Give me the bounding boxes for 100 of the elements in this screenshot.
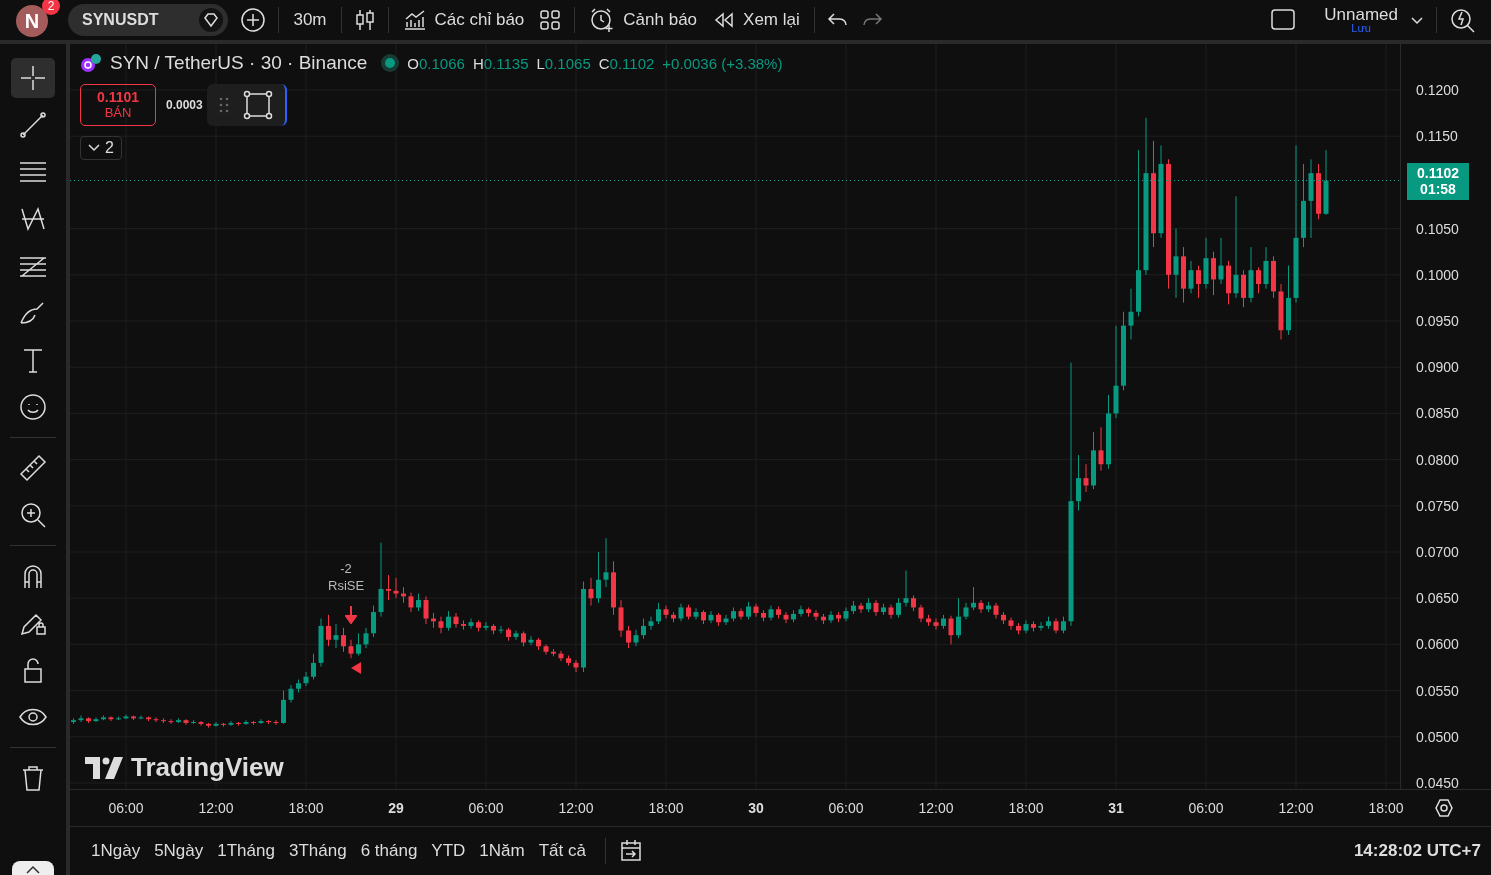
price-axis-label: 0.0450 (1416, 774, 1459, 792)
range-button[interactable]: 5Ngày (147, 835, 211, 867)
candlestick (348, 639, 354, 659)
add-icon[interactable] (240, 7, 267, 33)
range-button[interactable]: 6 tháng (353, 835, 425, 867)
price-axis-label: 0.0550 (1416, 681, 1459, 700)
candlestick (543, 643, 549, 656)
candlestick (798, 605, 804, 618)
candlestick (933, 618, 939, 631)
candlestick (408, 592, 414, 613)
price-axis-label: 0.0650 (1416, 589, 1459, 608)
candlestick (813, 609, 819, 621)
candlestick (168, 718, 174, 725)
price-axis-label: 0.0900 (1416, 358, 1459, 377)
rectangle-tool-icon[interactable] (242, 90, 273, 120)
chart-title[interactable]: SYN / TetherUS · 30 · Binance (110, 52, 368, 74)
layout-name[interactable]: Unnamed (1324, 6, 1398, 23)
ohlc-value: O0.1066 (407, 54, 465, 72)
candlestick (468, 618, 474, 630)
candlestick (1076, 454, 1081, 511)
range-button[interactable]: YTD (424, 835, 473, 867)
sell-button[interactable]: 0.1101 BÁN (80, 84, 156, 126)
candlestick (1128, 288, 1134, 340)
candlestick (1173, 228, 1179, 299)
candlestick (1098, 426, 1104, 472)
time-axis-label: 06:00 (468, 800, 504, 816)
time-axis-label: 18:00 (288, 800, 324, 816)
candlestick (1038, 621, 1044, 632)
candlestick (228, 720, 234, 727)
range-button[interactable]: 3Tháng (281, 835, 354, 867)
candlestick (356, 632, 361, 656)
candlestick (393, 577, 399, 599)
interval-button[interactable]: 30m (291, 4, 329, 36)
candlestick (633, 629, 639, 647)
candlestick (896, 597, 901, 619)
range-button[interactable]: 1Tháng (210, 835, 282, 867)
quick-search-icon[interactable] (1449, 6, 1477, 34)
avatar[interactable]: N (16, 5, 48, 37)
candlestick (93, 716, 99, 723)
range-button[interactable]: 1Năm (472, 835, 532, 867)
candlestick (303, 671, 309, 687)
settings-icon[interactable] (1434, 798, 1454, 818)
candlestick (363, 627, 369, 649)
replay-button[interactable]: Xem lại (711, 4, 802, 36)
candlestick (1083, 463, 1089, 493)
candlestick (1008, 617, 1014, 631)
candlestick (1233, 195, 1239, 299)
rewind-icon (713, 11, 736, 29)
crosshair-icon[interactable] (11, 58, 55, 98)
candlestick (326, 614, 331, 647)
drag-handle-icon[interactable] (218, 96, 229, 114)
time-axis-label: 30 (748, 800, 764, 816)
candlestick (386, 574, 391, 601)
price-axis-label: 0.1200 (1416, 81, 1459, 99)
spread-value: 0.0003 (166, 98, 203, 112)
candlestick (1023, 619, 1029, 634)
candlestick (498, 625, 504, 634)
candlestick (311, 653, 316, 681)
candlestick (258, 718, 264, 725)
signal-label: RsiSE (328, 577, 365, 595)
alerts-button[interactable]: Cảnh báo (587, 4, 700, 36)
symbol-search[interactable]: SYNUSDT (68, 4, 229, 36)
candlestick (656, 602, 661, 625)
candlestick (1241, 269, 1246, 308)
time-axis-label: 31 (1108, 800, 1124, 816)
candlestick (618, 599, 624, 638)
candlestick (693, 607, 699, 620)
price-axis-label: 0.1050 (1416, 219, 1459, 238)
candlestick (453, 612, 459, 629)
candlestick (1188, 260, 1194, 294)
price-axis-label: 0.0500 (1416, 727, 1459, 746)
candlestick (378, 542, 384, 618)
time-axis-label: 18:00 (1008, 800, 1044, 816)
indicators-button[interactable]: Các chỉ báo (400, 4, 527, 36)
candles-icon[interactable] (353, 8, 376, 32)
candlestick (738, 607, 744, 620)
time-axis-label: 06:00 (828, 800, 864, 816)
indicators-toggle[interactable]: 2 (80, 136, 122, 160)
price-axis-label: 0.0700 (1416, 543, 1459, 561)
chevron-down-icon[interactable] (1410, 15, 1424, 25)
fullscreen-icon[interactable] (1270, 8, 1297, 32)
candlestick (626, 625, 631, 649)
candlestick (341, 627, 346, 653)
time-axis-label: 06:00 (108, 800, 144, 816)
candlestick (243, 719, 249, 726)
price-axis-label: 0.0750 (1416, 496, 1459, 515)
clock[interactable]: 14:28:02 UTC+7 (1353, 841, 1481, 861)
sell-signal-arrow-icon (345, 606, 357, 624)
chevron-down-icon (88, 144, 100, 152)
templates-icon[interactable] (538, 8, 563, 32)
candlestick (528, 635, 534, 646)
range-button[interactable]: 1Ngày (84, 835, 148, 867)
candlestick (948, 615, 954, 645)
candlestick (198, 720, 204, 727)
candlestick (956, 597, 961, 639)
candlestick (423, 595, 429, 625)
range-button[interactable]: Tất cả (531, 835, 593, 867)
price-axis-label: 0.1150 (1416, 127, 1458, 146)
tradingview-logo-icon (85, 756, 123, 779)
signal-value: -2 (340, 561, 352, 578)
